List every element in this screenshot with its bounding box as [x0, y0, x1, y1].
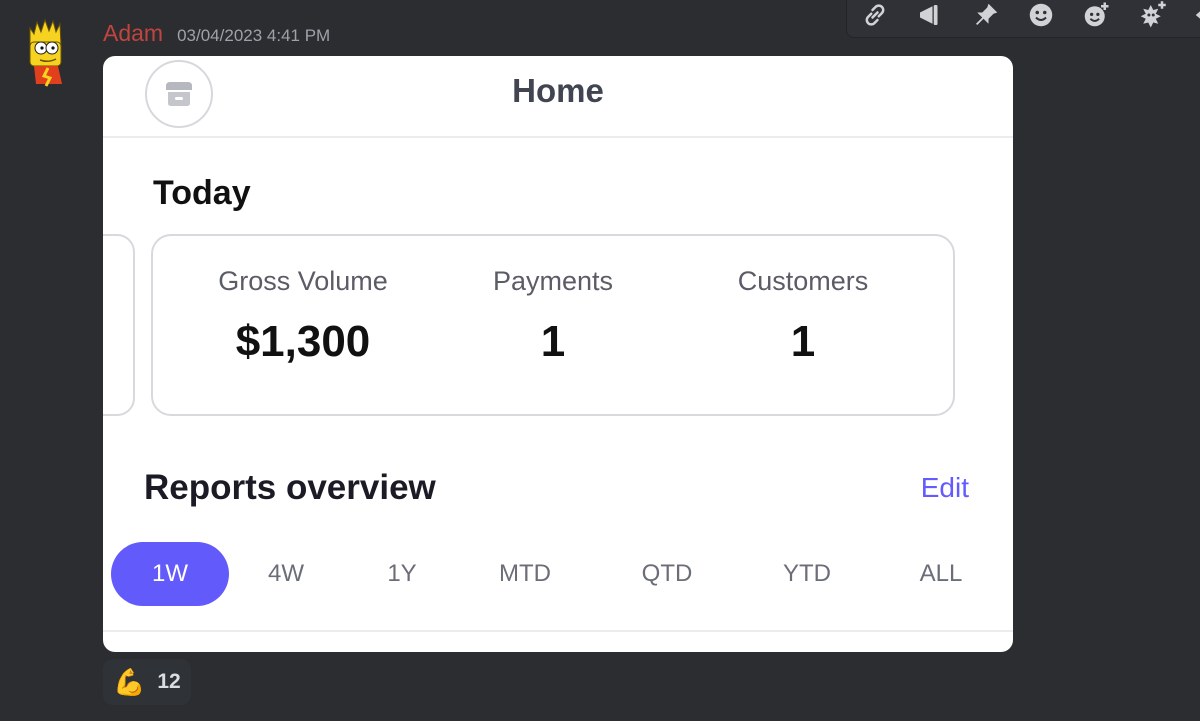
copy-link-button[interactable]	[857, 0, 892, 33]
stat-gross-volume: Gross Volume $1,300	[193, 266, 413, 367]
add-reaction-button[interactable]	[1079, 0, 1114, 33]
stat-value: 1	[540, 317, 566, 366]
reaction-button[interactable]: 💪 12	[103, 659, 191, 705]
reply-icon	[1195, 11, 1200, 19]
app-header: Home	[103, 56, 1013, 138]
previous-stats-card	[103, 234, 135, 416]
avatar[interactable]	[22, 16, 70, 88]
add-super-reaction-button[interactable]	[1134, 0, 1169, 33]
stat-label: Payments	[492, 266, 614, 296]
username[interactable]: Adam	[103, 20, 163, 47]
pin-icon	[975, 3, 997, 25]
emoji-button[interactable]	[1023, 0, 1058, 33]
flexed-biceps-icon: 💪	[113, 667, 146, 697]
reaction-count: 12	[157, 670, 181, 693]
stat-value: 1	[790, 317, 816, 366]
stat-label: Gross Volume	[218, 266, 388, 296]
stat-customers: Customers 1	[693, 266, 913, 367]
edit-link[interactable]: Edit	[921, 472, 969, 504]
stat-label: Customers	[737, 266, 869, 296]
avatar-image	[29, 18, 62, 87]
reports-heading: Reports overview	[144, 468, 436, 507]
add-super-reaction-icon	[1140, 1, 1166, 28]
period-tab-mtd[interactable]: MTD	[483, 542, 567, 606]
megaphone-icon	[920, 5, 938, 25]
link-icon	[865, 4, 885, 26]
pin-button[interactable]	[968, 0, 1003, 33]
timestamp: 03/04/2023 4:41 PM	[177, 26, 331, 45]
today-stats-card[interactable]: Gross Volume $1,300 Payments 1 Customers…	[151, 234, 955, 416]
emoji-icon	[1029, 3, 1053, 27]
announce-button[interactable]	[912, 0, 947, 33]
message-header: Adam 03/04/2023 4:41 PM	[103, 20, 330, 50]
page-title: Home	[512, 72, 604, 109]
message-actions-toolbar	[846, 0, 1200, 38]
add-reaction-icon	[1085, 2, 1109, 27]
period-tab-1y[interactable]: 1Y	[367, 542, 437, 606]
period-selector: 1W 4W 1Y MTD QTD YTD ALL	[111, 542, 991, 606]
embedded-image[interactable]: Home Today Gross Volume $1,300 Payments …	[103, 56, 1013, 652]
today-heading: Today	[153, 174, 251, 212]
stat-payments: Payments 1	[443, 266, 663, 367]
reply-button[interactable]	[1190, 0, 1200, 33]
period-tab-all[interactable]: ALL	[901, 542, 981, 606]
period-tab-1w[interactable]: 1W	[111, 542, 229, 606]
stat-value: $1,300	[235, 317, 371, 366]
period-tab-qtd[interactable]: QTD	[625, 542, 709, 606]
period-tab-ytd[interactable]: YTD	[765, 542, 849, 606]
divider	[103, 630, 1013, 632]
period-tab-4w[interactable]: 4W	[251, 542, 321, 606]
